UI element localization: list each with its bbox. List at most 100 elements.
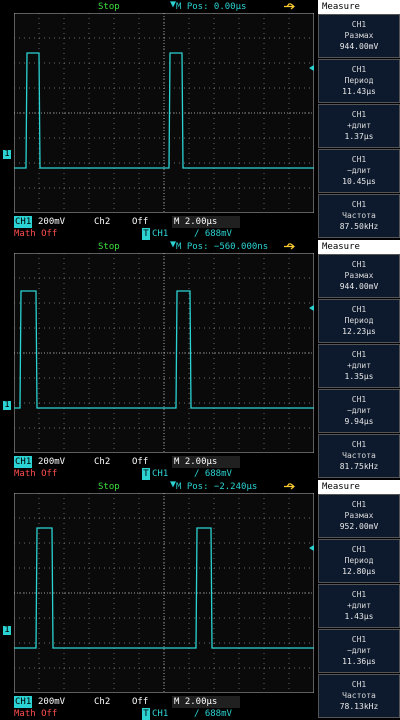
ch1-label[interactable]: CH1	[14, 456, 33, 468]
measure-box-neg-width[interactable]: CH1 −длит 9.94µs	[318, 389, 400, 433]
horizontal-position: M Pos: 0.00µs	[176, 2, 247, 12]
measure-channel: CH1	[351, 65, 367, 74]
measure-box-pos-width[interactable]: CH1 +длит 1.35µs	[318, 344, 400, 388]
run-status: Stop	[98, 242, 120, 252]
trigger-icon: T	[142, 708, 150, 720]
ch1-scale: 200mV	[38, 217, 66, 227]
trigger-level: ∕ 688mV	[194, 468, 232, 480]
measure-title[interactable]: Measure	[318, 240, 400, 254]
trigger-level-value: 688mV	[204, 229, 232, 239]
measure-title[interactable]: Measure	[318, 480, 400, 494]
measure-value: 87.50kHz	[339, 222, 379, 231]
measure-channel: CH1	[351, 395, 367, 404]
channel-status-bar: CH1 200mV Ch2 Off M 2.00µs	[0, 696, 318, 708]
horizontal-position: M Pos: −560.000ns	[176, 242, 269, 252]
ch2-state: Off	[132, 697, 149, 707]
trigger-source-label: CH1	[152, 229, 169, 239]
measure-channel: CH1	[351, 305, 367, 314]
trigger-source: T CH1	[142, 708, 168, 720]
measure-box-pos-width[interactable]: CH1 +длит 1.37µs	[318, 104, 400, 148]
measure-label: −длит	[346, 406, 372, 415]
measure-channel: CH1	[351, 200, 367, 209]
run-status: Stop	[98, 482, 120, 492]
measure-channel: CH1	[351, 350, 367, 359]
ch1-ground-marker-icon: 1	[3, 625, 11, 635]
measure-box-frequency[interactable]: CH1 Частота 78.13kHz	[318, 674, 400, 718]
ch2-label[interactable]: Ch2	[94, 696, 110, 708]
timebase: M 2.00µs	[172, 216, 240, 228]
measure-box-period[interactable]: CH1 Период 11.43µs	[318, 59, 400, 103]
measure-title[interactable]: Measure	[318, 0, 400, 14]
measure-label: +длит	[346, 361, 372, 370]
measure-value: 1.35µs	[344, 372, 374, 381]
measure-label: −длит	[346, 646, 372, 655]
measure-label: +длит	[346, 601, 372, 610]
measure-box-period[interactable]: CH1 Период 12.23µs	[318, 299, 400, 343]
waveform-graticule	[14, 13, 314, 213]
trigger-level: ∕ 688mV	[194, 708, 232, 720]
rising-edge-icon: ∕	[194, 469, 200, 479]
ch1-label[interactable]: CH1	[14, 216, 33, 228]
waveform-graticule	[14, 253, 314, 453]
measure-box-amplitude[interactable]: CH1 Размах 944.00mV	[318, 254, 400, 298]
measure-box-amplitude[interactable]: CH1 Размах 952.00mV	[318, 494, 400, 538]
math-status: Math Off	[14, 229, 58, 239]
rising-edge-icon: ∕	[194, 229, 200, 239]
math-trigger-bar: Math Off T CH1 ∕ 688mV	[0, 468, 318, 480]
ch1-label[interactable]: CH1	[14, 696, 33, 708]
measure-value: 1.43µs	[344, 612, 374, 621]
measure-label: −длит	[346, 166, 372, 175]
channel-status-bar: CH1 200mV Ch2 Off M 2.00µs	[0, 216, 318, 228]
measure-sidebar: CH1 Размах 944.00mV CH1 Период 11.43µs C…	[318, 14, 400, 240]
measure-channel: CH1	[351, 440, 367, 449]
trigger-source: T CH1	[142, 468, 168, 480]
measure-value: 944.00mV	[339, 42, 379, 51]
measure-box-amplitude[interactable]: CH1 Размах 944.00mV	[318, 14, 400, 58]
measure-channel: CH1	[351, 680, 367, 689]
rising-edge-icon: ∕	[194, 709, 200, 719]
timebase: M 2.00µs	[172, 696, 240, 708]
math-trigger-bar: Math Off T CH1 ∕ 688mV	[0, 228, 318, 240]
measure-box-frequency[interactable]: CH1 Частота 87.50kHz	[318, 194, 400, 238]
measure-box-period[interactable]: CH1 Период 12.80µs	[318, 539, 400, 583]
trigger-level-value: 688mV	[204, 709, 232, 719]
ch1-scale: 200mV	[38, 457, 66, 467]
ch1-ground-marker-icon: 1	[3, 400, 11, 410]
ch2-label[interactable]: Ch2	[94, 456, 110, 468]
measure-value: 10.45µs	[342, 177, 376, 186]
measure-label: Размах	[344, 511, 374, 520]
scope-screen-3: Stop ▼ M Pos: −2.240µs Measure 1 CH1 Раз…	[0, 479, 400, 720]
horizontal-position: M Pos: −2.240µs	[176, 482, 258, 492]
trigger-icon: T	[142, 228, 150, 240]
measure-sidebar: CH1 Размах 944.00mV CH1 Период 12.23µs C…	[318, 254, 400, 480]
measure-box-pos-width[interactable]: CH1 +длит 1.43µs	[318, 584, 400, 628]
measure-value: 9.94µs	[344, 417, 374, 426]
measure-channel: CH1	[351, 590, 367, 599]
trigger-level: ∕ 688mV	[194, 228, 232, 240]
scope-screen-1: Stop ▼ M Pos: 0.00µs Measure 1 CH1 Разма…	[0, 0, 400, 240]
measure-box-frequency[interactable]: CH1 Частота 81.75kHz	[318, 434, 400, 478]
measure-box-neg-width[interactable]: CH1 −длит 11.36µs	[318, 629, 400, 673]
measure-channel: CH1	[351, 500, 367, 509]
trigger-icon: T	[142, 468, 150, 480]
run-status: Stop	[98, 2, 120, 12]
timebase: M 2.00µs	[172, 456, 240, 468]
measure-value: 944.00mV	[339, 282, 379, 291]
math-status: Math Off	[14, 709, 58, 719]
usb-icon	[284, 3, 295, 10]
measure-sidebar: CH1 Размах 952.00mV CH1 Период 12.80µs C…	[318, 494, 400, 720]
measure-value: 1.37µs	[344, 132, 374, 141]
measure-channel: CH1	[351, 260, 367, 269]
measure-label: +длит	[346, 121, 372, 130]
ch2-state: Off	[132, 217, 149, 227]
measure-value: 11.36µs	[342, 657, 376, 666]
measure-value: 11.43µs	[342, 87, 376, 96]
measure-box-neg-width[interactable]: CH1 −длит 10.45µs	[318, 149, 400, 193]
usb-icon	[284, 243, 295, 250]
measure-value: 12.80µs	[342, 567, 376, 576]
usb-icon	[284, 483, 295, 490]
trigger-source-label: CH1	[152, 709, 169, 719]
channel-status-bar: CH1 200mV Ch2 Off M 2.00µs	[0, 456, 318, 468]
ch2-label[interactable]: Ch2	[94, 216, 110, 228]
trigger-source-label: CH1	[152, 469, 169, 479]
